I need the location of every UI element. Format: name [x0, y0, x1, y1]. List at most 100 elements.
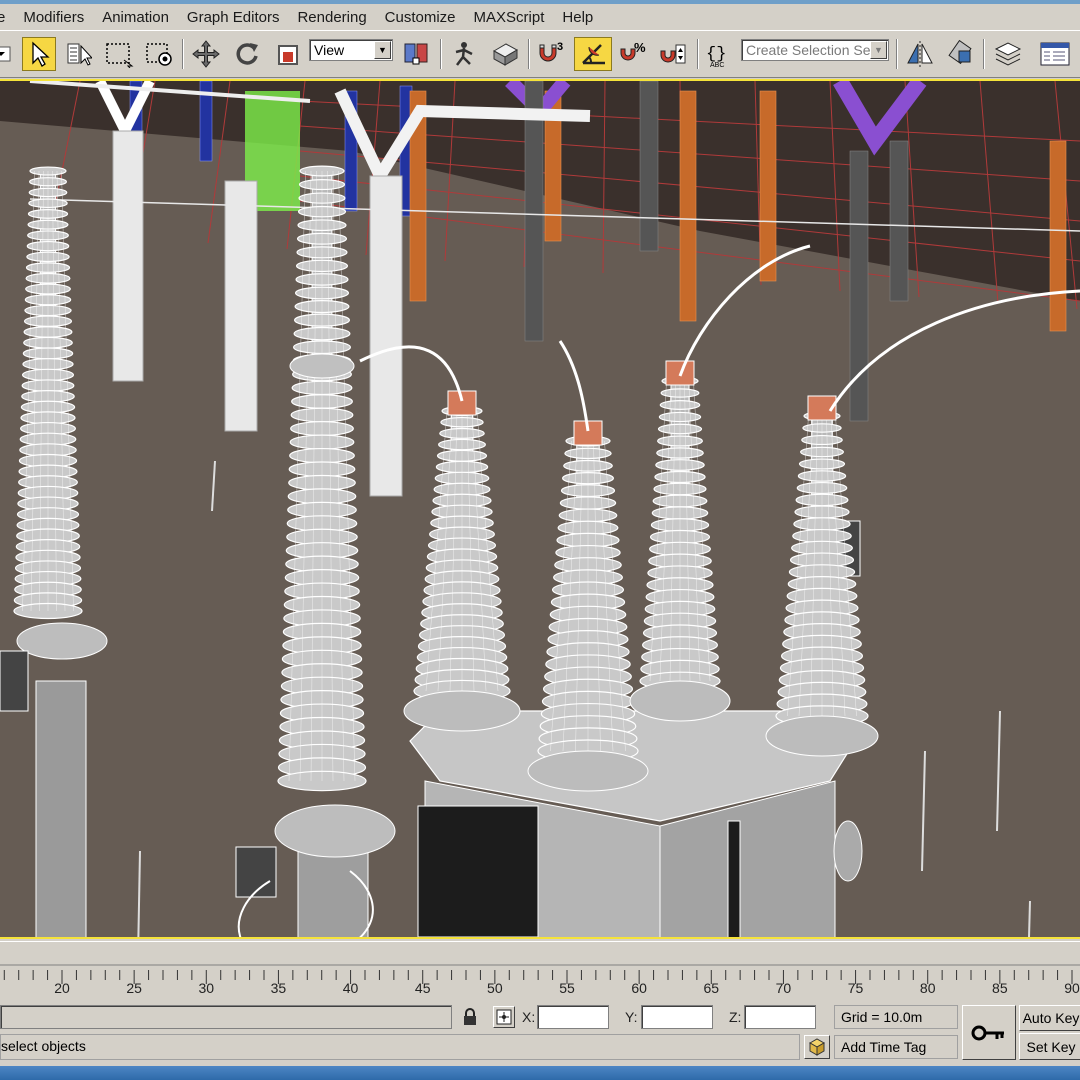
- percent-snap-toggle-button[interactable]: %: [615, 37, 651, 71]
- conductor-wire: [678, 244, 811, 377]
- select-and-manipulate-button[interactable]: [446, 37, 482, 71]
- timeline-tick-label: 75: [847, 980, 864, 996]
- bushing-flange: [629, 680, 731, 722]
- transformer-panel-door: [417, 805, 539, 937]
- svg-text:3: 3: [557, 41, 563, 53]
- side-box: [0, 650, 29, 712]
- y-coordinate-field[interactable]: [641, 1005, 713, 1029]
- chevron-down-icon: ▼: [870, 41, 887, 59]
- select-and-rotate-button[interactable]: [229, 37, 265, 71]
- grey-column: [889, 140, 909, 302]
- named-selection-set-select[interactable]: Create Selection Set ▼: [741, 39, 889, 61]
- timeline-tick-label: 70: [775, 980, 792, 996]
- edit-named-selection-sets-button[interactable]: {} ABC: [702, 37, 738, 71]
- timeline-tick-label: 25: [126, 980, 142, 996]
- menu-edit[interactable]: e: [0, 9, 14, 26]
- selection-filter-dropdown[interactable]: [0, 37, 12, 71]
- snaps-toggle-button[interactable]: 3: [533, 37, 571, 71]
- layers-icon: [994, 42, 1022, 66]
- timeline-tick-label: 40: [342, 980, 359, 996]
- ground-rod: [1028, 900, 1031, 937]
- layer-manager-button[interactable]: [989, 37, 1027, 71]
- x-coordinate-label: X:: [522, 1009, 536, 1025]
- select-and-scale-button[interactable]: [270, 37, 306, 71]
- selection-lock-toggle[interactable]: [458, 1005, 482, 1029]
- time-tag-box-icon: [808, 1038, 826, 1056]
- ground-rod: [921, 750, 926, 872]
- set-keys-mode-button[interactable]: [962, 1005, 1016, 1060]
- select-by-name-button[interactable]: [62, 37, 96, 71]
- maxscript-listener-mini[interactable]: [0, 1005, 452, 1029]
- counter-box: [235, 846, 277, 898]
- window-crossing-icon: [146, 43, 172, 66]
- transformer-rib: [727, 820, 741, 937]
- toolbar-separator: [697, 39, 699, 69]
- curve-editor-icon: [1040, 42, 1070, 66]
- reference-coordinate-system-select[interactable]: View ▼: [309, 39, 393, 61]
- absolute-mode-transform-toggle[interactable]: [493, 1006, 515, 1028]
- menu-maxscript[interactable]: MAXScript: [465, 9, 554, 26]
- add-time-tag-field[interactable]: Add Time Tag: [834, 1035, 958, 1059]
- select-and-move-button[interactable]: [188, 37, 224, 71]
- transformer-bushing: [537, 435, 639, 763]
- white-support-post: [224, 180, 258, 432]
- menu-animation[interactable]: Animation: [93, 9, 178, 26]
- z-coordinate-label: Z:: [729, 1009, 742, 1025]
- track-bar[interactable]: 20 25 30 35 40 45 50 55 60 65 70 75 80 85 90: [0, 941, 1080, 1001]
- ground-rod: [996, 710, 1001, 832]
- select-object-button[interactable]: [22, 37, 56, 71]
- white-support-post: [369, 175, 403, 497]
- prompt-line: select objects: [0, 1034, 800, 1060]
- keyboard-icon: [492, 43, 519, 66]
- toolbar-separator: [528, 39, 530, 69]
- curve-editor-button[interactable]: [1035, 37, 1075, 71]
- arrester-flange: [289, 353, 355, 379]
- ground-rod: [137, 850, 141, 937]
- arrester-insulator: [277, 165, 367, 792]
- y-coordinate-label: Y:: [625, 1009, 638, 1025]
- grey-column: [639, 81, 659, 252]
- bushing-flange: [765, 715, 879, 757]
- timeline-tick-label: 35: [270, 980, 287, 996]
- status-bar: select objects X: Y: Z: Grid = 10.0m Add…: [0, 1001, 1080, 1066]
- absolute-transform-icon: [496, 1009, 512, 1025]
- keyboard-shortcut-override-button[interactable]: [487, 37, 523, 71]
- toolbar-separator: [182, 39, 184, 69]
- orange-support-column: [679, 90, 697, 322]
- timeline-tick-label: 50: [487, 980, 503, 996]
- perspective-viewport[interactable]: [0, 79, 1080, 939]
- menu-graph-editors[interactable]: Graph Editors: [178, 9, 289, 26]
- transformer-bushing: [413, 406, 511, 703]
- menu-customize[interactable]: Customize: [376, 9, 465, 26]
- spinner-snap-toggle-button[interactable]: [655, 37, 691, 71]
- timeline-tick-label: 80: [919, 980, 936, 996]
- z-coordinate-field[interactable]: [744, 1005, 816, 1029]
- wireframe-scene: [0, 81, 1080, 937]
- x-coordinate-field[interactable]: [537, 1005, 609, 1029]
- menu-bar: e Modifiers Animation Graph Editors Rend…: [0, 4, 1080, 30]
- align-button[interactable]: [942, 37, 978, 71]
- rectangular-selection-region-button[interactable]: [101, 37, 137, 71]
- toolbar-separator: [896, 39, 898, 69]
- timeline-tick-label: 30: [198, 980, 215, 996]
- auto-key-button[interactable]: Auto Key: [1019, 1005, 1080, 1031]
- use-pivot-point-center-button[interactable]: [399, 37, 435, 71]
- move-arrows-icon: [192, 40, 220, 68]
- chevron-down-icon: ▼: [374, 41, 391, 59]
- magnet-3d-snap-icon: 3: [539, 41, 563, 62]
- menu-modifiers[interactable]: Modifiers: [14, 9, 93, 26]
- prompt-text: select objects: [1, 1038, 86, 1054]
- menu-help[interactable]: Help: [553, 9, 602, 26]
- window-crossing-button[interactable]: [141, 37, 177, 71]
- timeline-tick-label: 20: [54, 980, 70, 996]
- rotate-icon: [236, 43, 258, 65]
- set-key-button[interactable]: Set Key: [1019, 1033, 1080, 1060]
- mirror-button[interactable]: [902, 37, 938, 71]
- menu-rendering[interactable]: Rendering: [288, 9, 375, 26]
- left-bushing-insulator: [13, 166, 83, 620]
- time-tag-toggle[interactable]: [804, 1035, 830, 1059]
- align-icon: [948, 39, 972, 65]
- toolbar-separator: [983, 39, 985, 69]
- conductor-wire: [558, 340, 590, 432]
- angle-snap-toggle-button[interactable]: [574, 37, 612, 71]
